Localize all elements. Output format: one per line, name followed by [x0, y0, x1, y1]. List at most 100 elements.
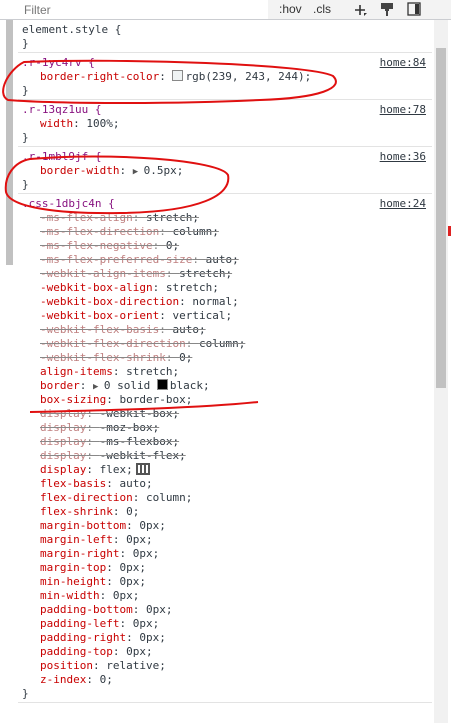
rule-source-link[interactable]: home:36 [380, 150, 426, 163]
css-declaration[interactable]: display: flex; [22, 463, 432, 477]
property-name[interactable]: border-width [40, 164, 119, 177]
color-swatch-icon[interactable] [172, 70, 184, 81]
css-declaration[interactable]: -ms-flex-preferred-size: auto; [22, 253, 432, 267]
property-value[interactable]: -moz-box; [100, 421, 160, 434]
property-value[interactable]: 0px; [139, 519, 166, 532]
property-value[interactable]: rgb(239, 243, 244); [185, 70, 311, 83]
computed-sidebar-icon[interactable] [406, 1, 422, 17]
css-declaration[interactable]: border-width: ▶ 0.5px; [22, 164, 432, 178]
property-value[interactable]: 0.5px; [144, 164, 184, 177]
property-name[interactable]: display [40, 463, 86, 476]
property-name[interactable]: flex-basis [40, 477, 106, 490]
property-name[interactable]: display [40, 435, 86, 448]
property-value[interactable]: column; [172, 225, 218, 238]
property-name[interactable]: padding-bottom [40, 603, 133, 616]
css-declaration[interactable]: min-width: 0px; [22, 589, 432, 603]
property-name[interactable]: flex-shrink [40, 505, 113, 518]
property-name[interactable]: -webkit-flex-shrink [40, 351, 166, 364]
css-declaration[interactable]: -ms-flex-align: stretch; [22, 211, 432, 225]
css-declaration[interactable]: -webkit-box-align: stretch; [22, 281, 432, 295]
property-name[interactable]: -ms-flex-negative [40, 239, 153, 252]
property-value[interactable]: 0px; [119, 575, 146, 588]
rule-source-link[interactable]: home:84 [380, 56, 426, 69]
css-declaration[interactable]: -webkit-flex-direction: column; [22, 337, 432, 351]
property-value[interactable]: 0px; [126, 533, 153, 546]
css-declaration[interactable]: flex-shrink: 0; [22, 505, 432, 519]
css-declaration[interactable]: align-items: stretch; [22, 365, 432, 379]
css-declaration[interactable]: flex-direction: column; [22, 491, 432, 505]
property-value[interactable]: relative; [106, 659, 166, 672]
property-name[interactable]: min-height [40, 575, 106, 588]
filter-input[interactable] [0, 0, 268, 19]
property-name[interactable]: min-width [40, 589, 100, 602]
css-declaration[interactable]: margin-top: 0px; [22, 561, 432, 575]
css-declaration[interactable]: margin-right: 0px; [22, 547, 432, 561]
expand-triangle-icon[interactable]: ▶ [93, 382, 104, 392]
property-name[interactable]: padding-left [40, 617, 119, 630]
property-name[interactable]: z-index [40, 673, 86, 686]
property-value[interactable]: 0; [100, 673, 113, 686]
plus-icon[interactable] [352, 1, 368, 17]
css-declaration[interactable]: -webkit-flex-shrink: 0; [22, 351, 432, 365]
property-name[interactable]: margin-bottom [40, 519, 126, 532]
left-scrollbar-thumb[interactable] [6, 20, 13, 265]
property-value[interactable]: 0; [166, 239, 179, 252]
property-value[interactable]: 0 solid [104, 379, 150, 392]
css-declaration[interactable]: width: 100%; [22, 117, 432, 131]
color-swatch-icon[interactable] [156, 379, 168, 390]
scrollbar-thumb[interactable] [436, 48, 446, 388]
property-name[interactable]: margin-right [40, 547, 119, 560]
property-name[interactable]: position [40, 659, 93, 672]
css-declaration[interactable]: min-height: 0px; [22, 575, 432, 589]
css-declaration[interactable]: position: relative; [22, 659, 432, 673]
css-declaration[interactable]: -ms-flex-direction: column; [22, 225, 432, 239]
property-value[interactable]: 0px; [126, 645, 153, 658]
css-declaration[interactable]: margin-bottom: 0px; [22, 519, 432, 533]
rule-selector[interactable]: .r-1yc4rv { [22, 56, 432, 70]
rule-selector[interactable]: .r-1mbl9jf { [22, 150, 432, 164]
property-name[interactable]: -webkit-box-orient [40, 309, 159, 322]
rule-selector[interactable]: .r-13qz1uu { [22, 103, 432, 117]
property-name[interactable]: -webkit-align-items [40, 267, 166, 280]
property-name[interactable]: padding-top [40, 645, 113, 658]
rule-source-link[interactable]: home:24 [380, 197, 426, 210]
css-declaration[interactable]: margin-left: 0px; [22, 533, 432, 547]
rule-selector[interactable]: element.style { [22, 23, 432, 37]
css-declaration[interactable]: display: -moz-box; [22, 421, 432, 435]
property-name[interactable]: border [40, 379, 80, 392]
property-value[interactable]: 0px; [119, 561, 146, 574]
property-value[interactable]: stretch; [126, 365, 179, 378]
property-name[interactable]: border-right-color [40, 70, 159, 83]
property-name[interactable]: -webkit-flex-basis [40, 323, 159, 336]
property-value[interactable]: black; [170, 379, 210, 392]
flexbox-editor-icon[interactable] [135, 463, 150, 475]
css-declaration[interactable]: -webkit-box-direction: normal; [22, 295, 432, 309]
property-value[interactable]: 0px; [113, 589, 140, 602]
property-value[interactable]: auto; [206, 253, 239, 266]
property-name[interactable]: display [40, 421, 86, 434]
property-name[interactable]: display [40, 407, 86, 420]
property-value[interactable]: 0px; [139, 631, 166, 644]
property-value[interactable]: 0; [126, 505, 139, 518]
property-name[interactable]: -webkit-box-align [40, 281, 153, 294]
css-declaration[interactable]: padding-left: 0px; [22, 617, 432, 631]
property-value[interactable]: stretch; [179, 267, 232, 280]
css-declaration[interactable]: box-sizing: border-box; [22, 393, 432, 407]
property-value[interactable]: 0px; [146, 603, 173, 616]
paint-icon[interactable] [379, 1, 395, 17]
property-name[interactable]: display [40, 449, 86, 462]
css-declaration[interactable]: -webkit-align-items: stretch; [22, 267, 432, 281]
property-value[interactable]: 0px; [133, 547, 160, 560]
rule-source-link[interactable]: home:78 [380, 103, 426, 116]
property-value[interactable]: normal; [192, 295, 238, 308]
property-value[interactable]: vertical; [172, 309, 232, 322]
css-declaration[interactable]: -webkit-flex-basis: auto; [22, 323, 432, 337]
property-value[interactable]: auto; [119, 477, 152, 490]
property-name[interactable]: margin-left [40, 533, 113, 546]
property-value[interactable]: column; [199, 337, 245, 350]
property-name[interactable]: box-sizing [40, 393, 106, 406]
css-declaration[interactable]: -webkit-box-orient: vertical; [22, 309, 432, 323]
property-value[interactable]: -ms-flexbox; [100, 435, 179, 448]
property-value[interactable]: stretch; [146, 211, 199, 224]
property-value[interactable]: column; [146, 491, 192, 504]
